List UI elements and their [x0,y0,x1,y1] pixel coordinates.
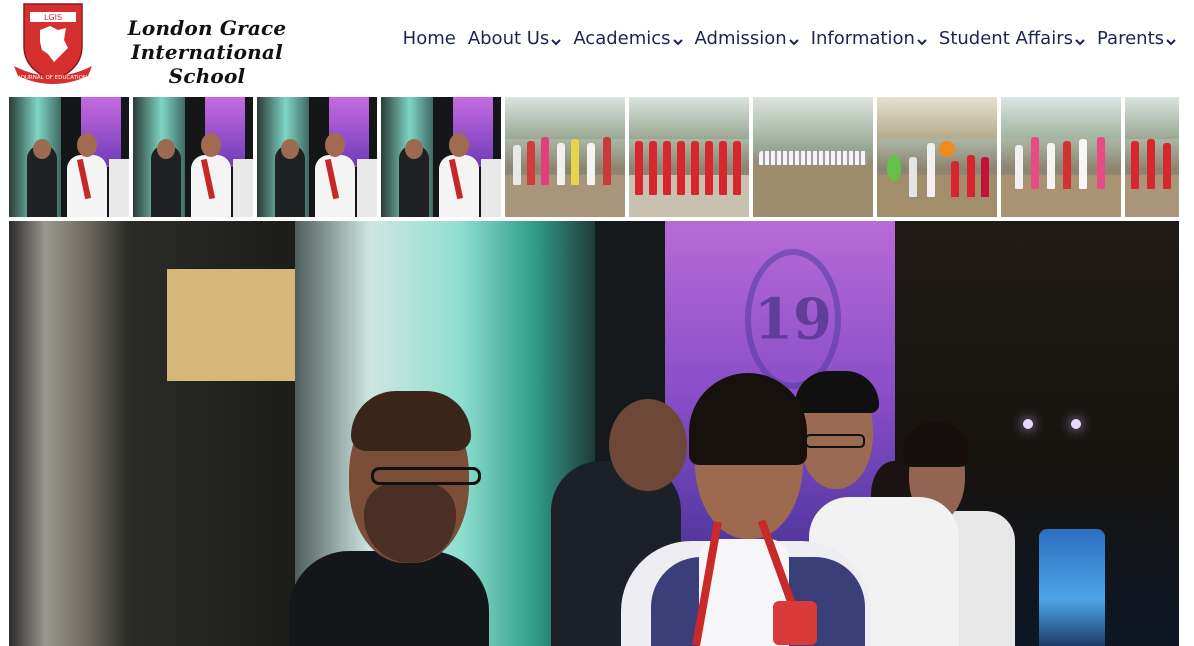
gallery-thumbnail-sports-day[interactable] [877,97,997,217]
event-logo-number: 19 [754,286,832,352]
nav-home[interactable]: Home [403,27,456,51]
nav-student-affairs-label: Student Affairs [938,28,1073,49]
gallery-thumbnail-award[interactable] [9,97,129,217]
gallery-thumbnail-sports-day[interactable] [505,97,625,217]
chevron-down-icon [551,37,562,47]
nav-student-affairs[interactable]: Student Affairs [939,27,1085,51]
nav-about-us-label: About Us [467,28,550,49]
school-name[interactable]: London Grace International School [102,16,312,88]
nav-academics-label: Academics [573,28,671,49]
chevron-down-icon [788,37,799,47]
gallery-thumbnail-sports-day[interactable] [629,97,749,217]
nav-parents[interactable]: Parents [1097,27,1176,51]
chevron-down-icon [1166,37,1176,47]
event-logo-19: 19 [745,249,841,389]
site-header: LGIS JOURNAL OF EDUCATION London Grace I… [0,0,1194,92]
logo-text-top: LGIS [44,13,62,22]
school-name-line1: London Grace [127,16,287,40]
gallery-thumbnail-award[interactable] [133,97,253,217]
nav-information-label: Information [810,28,915,49]
nav-academics[interactable]: Academics [573,27,683,51]
chevron-down-icon [917,37,927,47]
gallery-thumbnail-sports-day[interactable] [1125,97,1179,217]
nav-home-label: Home [402,28,456,49]
nav-parents-label: Parents [1097,28,1164,49]
gallery-thumbnails [9,97,1179,217]
nav-information[interactable]: Information [811,27,927,51]
gallery-thumbnail-award[interactable] [257,97,377,217]
gallery-thumbnail-sports-day[interactable] [1001,97,1121,217]
nav-admission-label: Admission [694,28,787,49]
main-nav: Home About Us Academics Admission Inform… [403,27,1176,51]
gallery-thumbnail-sports-day[interactable] [753,97,873,217]
chevron-down-icon [672,37,683,47]
nav-admission[interactable]: Admission [695,27,799,51]
school-name-line2: International School [131,40,283,88]
hero-image[interactable]: 19 [9,221,1179,646]
nav-about-us[interactable]: About Us [468,27,562,51]
gallery-thumbnail-award[interactable] [381,97,501,217]
school-logo[interactable]: LGIS JOURNAL OF EDUCATION [10,0,96,86]
chevron-down-icon [1075,37,1085,47]
logo-text-bottom: JOURNAL OF EDUCATION [18,75,87,81]
